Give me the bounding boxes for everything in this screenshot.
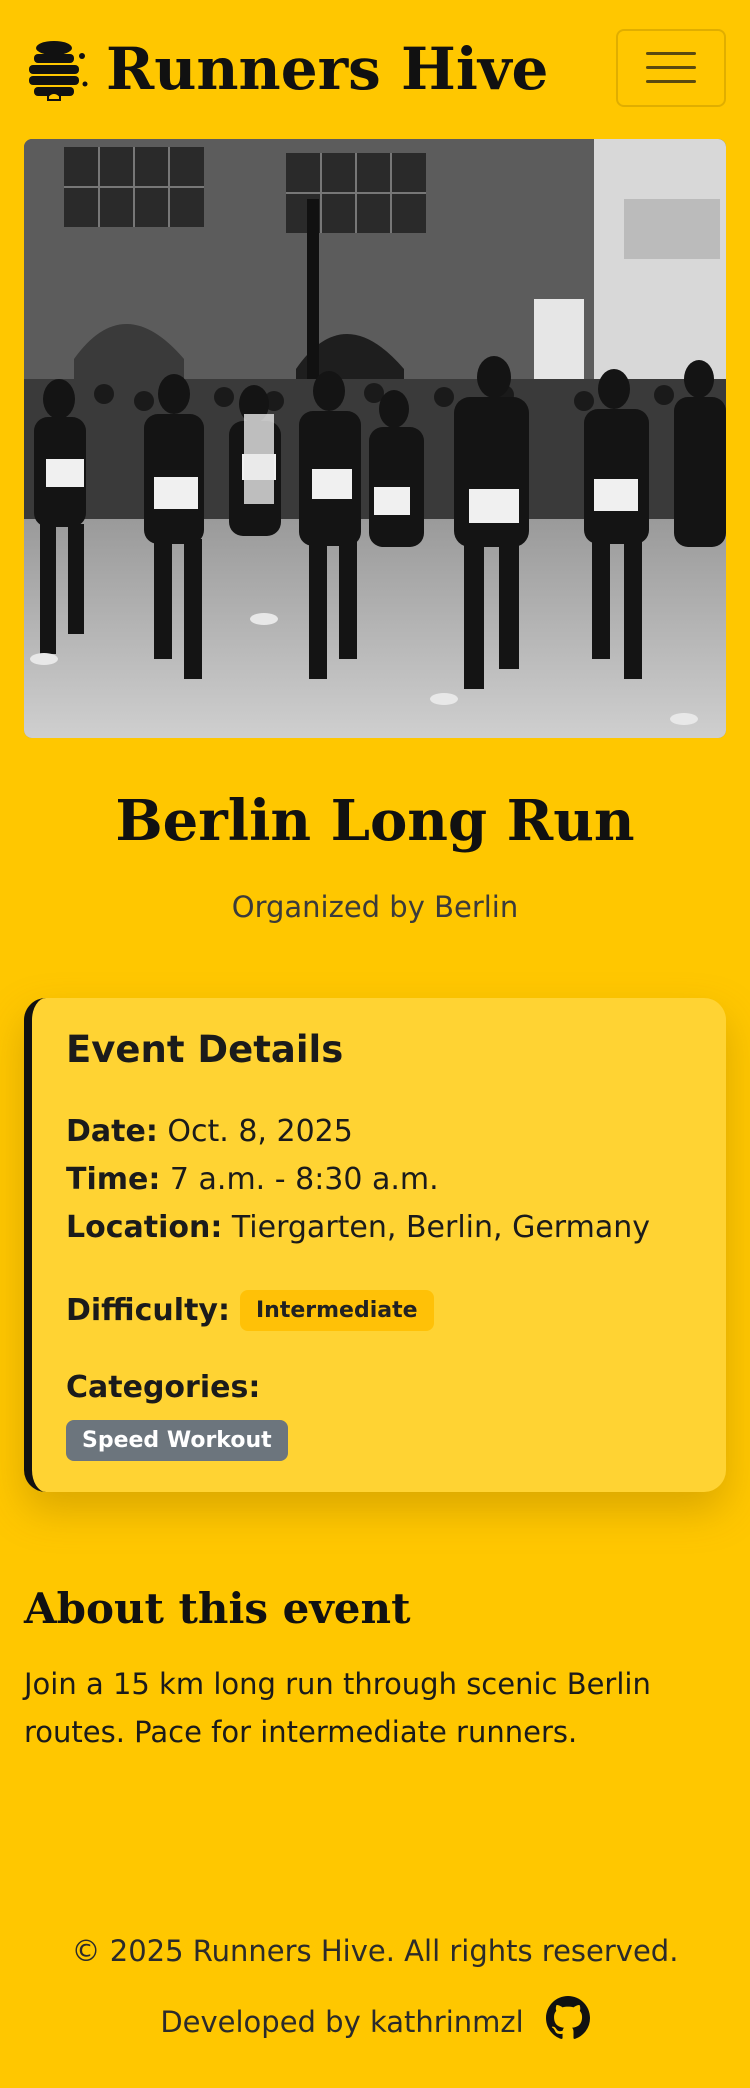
date-value: Oct. 8, 2025 xyxy=(167,1114,353,1149)
categories-label: Categories: xyxy=(66,1370,261,1405)
developer-credit: Developed by kathrinmzl xyxy=(160,2004,524,2039)
event-date-row: Date: Oct. 8, 2025 xyxy=(66,1114,353,1149)
difficulty-badge: Intermediate xyxy=(239,1290,434,1331)
menu-toggle-button[interactable] xyxy=(616,29,726,107)
beehive-icon xyxy=(29,41,88,101)
footer-copyright: © 2025 Runners Hive. All rights reserved… xyxy=(71,1934,679,1968)
time-label: Time: xyxy=(66,1162,161,1197)
about-text: Join a 15 km long run through scenic Ber… xyxy=(24,1667,651,1749)
hamburger-menu-icon xyxy=(646,52,696,83)
event-details-card: Event Details Date: Oct. 8, 2025 Time: 7… xyxy=(24,998,726,1492)
github-icon xyxy=(545,1996,590,2039)
brand-name: Runners Hive xyxy=(106,35,549,103)
event-organizer: Organized by Berlin xyxy=(231,890,519,924)
time-value: 7 a.m. - 8:30 a.m. xyxy=(169,1162,439,1197)
github-link[interactable] xyxy=(524,1996,590,2047)
event-location-row: Location: Tiergarten, Berlin, Germany xyxy=(66,1210,650,1245)
event-title: Berlin Long Run xyxy=(115,788,635,854)
event-categories-row: Categories: xyxy=(66,1370,260,1405)
event-difficulty-row: Difficulty: Intermediate xyxy=(66,1290,434,1331)
event-time-row: Time: 7 a.m. - 8:30 a.m. xyxy=(66,1162,439,1197)
category-badge: Speed Workout xyxy=(66,1420,288,1461)
about-heading: About this event xyxy=(24,1584,411,1633)
brand-link[interactable]: Runners Hive xyxy=(24,30,548,108)
location-value: Tiergarten, Berlin, Germany xyxy=(231,1210,650,1245)
event-details-heading: Event Details xyxy=(66,1028,344,1071)
navbar: Runners Hive xyxy=(0,0,750,138)
date-label: Date: xyxy=(66,1114,158,1149)
difficulty-label: Difficulty: xyxy=(66,1293,230,1328)
location-label: Location: xyxy=(66,1210,223,1245)
footer-developer: Developed by kathrinmzl xyxy=(0,1996,750,2047)
event-hero-image xyxy=(24,139,726,738)
runners-photo xyxy=(24,139,726,738)
